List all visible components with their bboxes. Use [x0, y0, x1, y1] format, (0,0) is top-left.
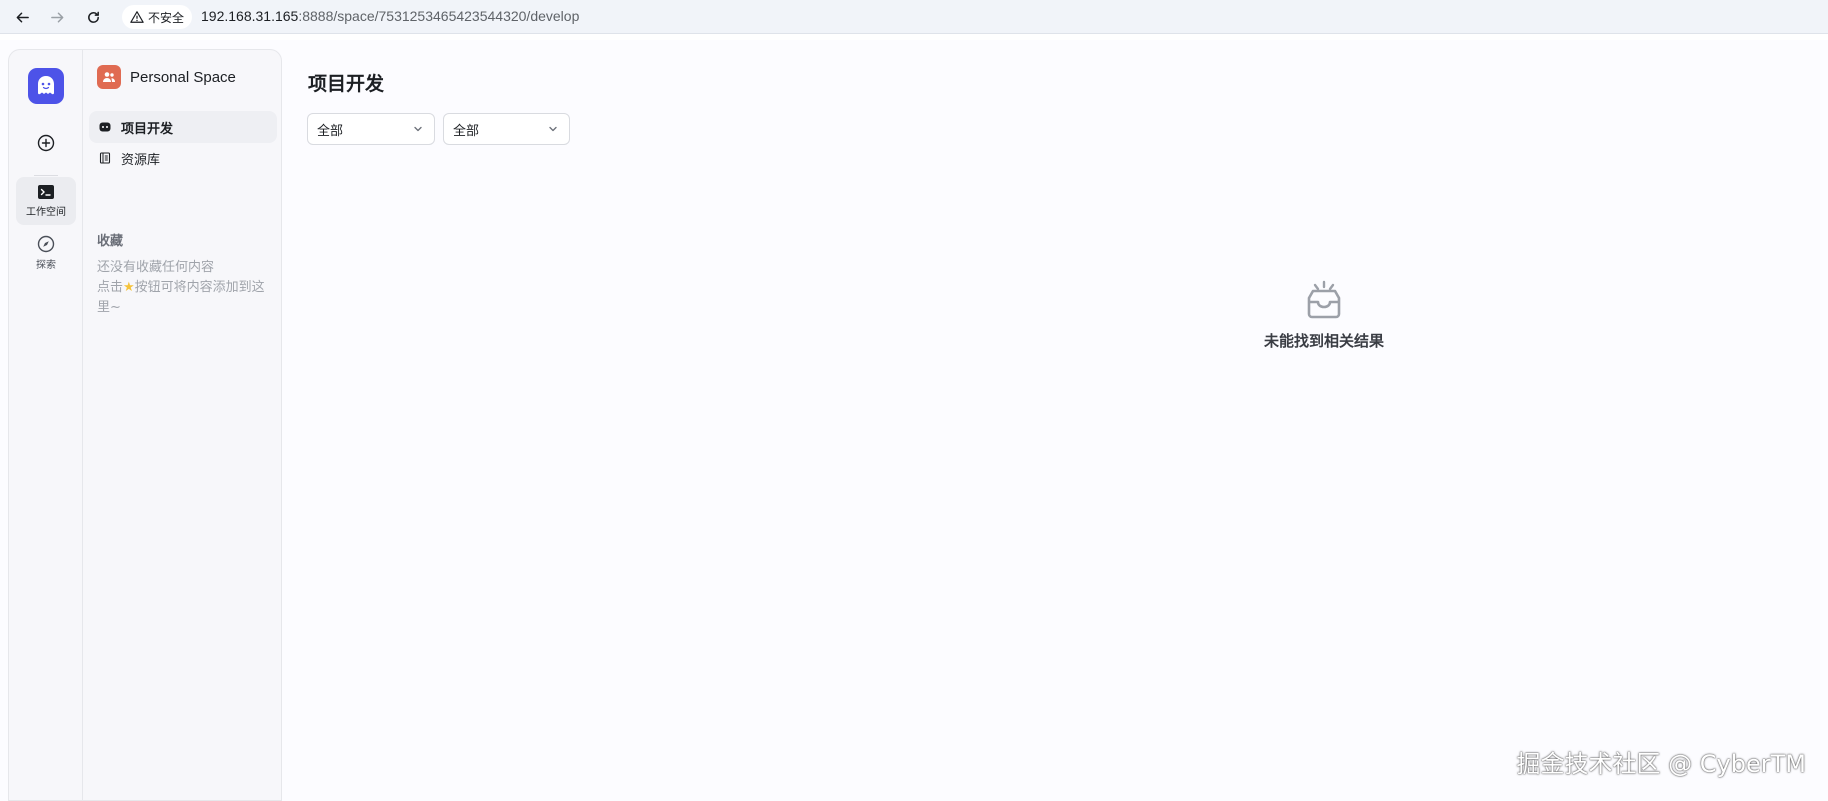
sidebar-item-label: 资源库 — [121, 152, 161, 168]
rail-item-workspace[interactable]: 工作空间 — [16, 177, 76, 225]
filter-value: 全部 — [317, 123, 344, 139]
rail-divider — [34, 175, 58, 176]
create-button[interactable] — [34, 131, 58, 155]
browser-toolbar: 不安全 192.168.31.165:8888/space/7531253465… — [0, 0, 1828, 34]
favorites-empty-hint: 还没有收藏任何内容 点击★按钮可将内容添加到这里~ — [97, 258, 273, 318]
rail-item-label: 探索 — [36, 260, 56, 271]
reload-button[interactable] — [82, 6, 104, 28]
chevron-down-icon — [549, 126, 557, 132]
app-frame: 工作空间 探索 Personal Space 项目开发 资源库 收藏 还没有收藏… — [0, 40, 1828, 801]
forward-button[interactable] — [46, 6, 68, 28]
workspace-sidebar: Personal Space 项目开发 资源库 收藏 还没有收藏任何内容 点击★… — [82, 49, 282, 801]
security-label: 不安全 — [148, 10, 185, 25]
bot-face-icon — [99, 122, 111, 132]
security-indicator[interactable]: 不安全 — [122, 5, 193, 29]
filter-value: 全部 — [453, 123, 480, 139]
space-name: Personal Space — [130, 68, 236, 86]
warning-triangle-icon — [130, 11, 144, 23]
terminal-folder-icon — [38, 185, 54, 199]
reload-icon — [87, 11, 99, 23]
favorites-title: 收藏 — [97, 234, 124, 249]
empty-inbox-icon — [1307, 280, 1341, 319]
arrow-left-icon — [16, 12, 29, 22]
favorites-empty-line: 点击★按钮可将内容添加到这里~ — [97, 278, 273, 318]
url-path: :8888/space/7531253465423544320/develop — [298, 8, 580, 24]
star-icon: ★ — [123, 280, 135, 295]
empty-state: 未能找到相关结果 — [1224, 280, 1424, 351]
filter-select-type[interactable]: 全部 — [307, 113, 435, 145]
filter-select-status[interactable]: 全部 — [443, 113, 570, 145]
main-content: 项目开发 全部 全部 未能找到相关结果 掘金技术社区 @ CyberTM — [283, 40, 1828, 801]
back-button[interactable] — [11, 6, 33, 28]
users-icon — [103, 72, 115, 82]
sidebar-item-develop[interactable]: 项目开发 — [89, 111, 277, 143]
hint-text: 点击 — [97, 280, 124, 295]
app-logo[interactable] — [28, 68, 64, 104]
plus-circle-icon — [37, 134, 55, 152]
space-avatar — [97, 65, 121, 89]
rail-item-explore[interactable]: 探索 — [16, 229, 76, 277]
page-title: 项目开发 — [308, 73, 385, 95]
chevron-down-icon — [414, 126, 422, 132]
url-host: 192.168.31.165 — [201, 8, 299, 24]
sidebar-item-library[interactable]: 资源库 — [89, 142, 277, 174]
rail-item-label: 工作空间 — [26, 207, 66, 218]
arrow-right-icon — [50, 12, 63, 22]
address-bar[interactable]: 192.168.31.165:8888/space/75312534654235… — [201, 8, 579, 24]
compass-icon — [37, 235, 55, 253]
bot-logo-icon — [38, 76, 54, 95]
nav-rail: 工作空间 探索 — [8, 49, 82, 801]
empty-state-text: 未能找到相关结果 — [1263, 332, 1384, 350]
space-switcher[interactable]: Personal Space — [97, 65, 236, 89]
sidebar-item-label: 项目开发 — [121, 121, 174, 137]
watermark-text: 掘金技术社区 @ CyberTM — [1516, 750, 1806, 778]
favorites-empty-line: 还没有收藏任何内容 — [97, 260, 215, 275]
library-icon — [99, 152, 111, 164]
